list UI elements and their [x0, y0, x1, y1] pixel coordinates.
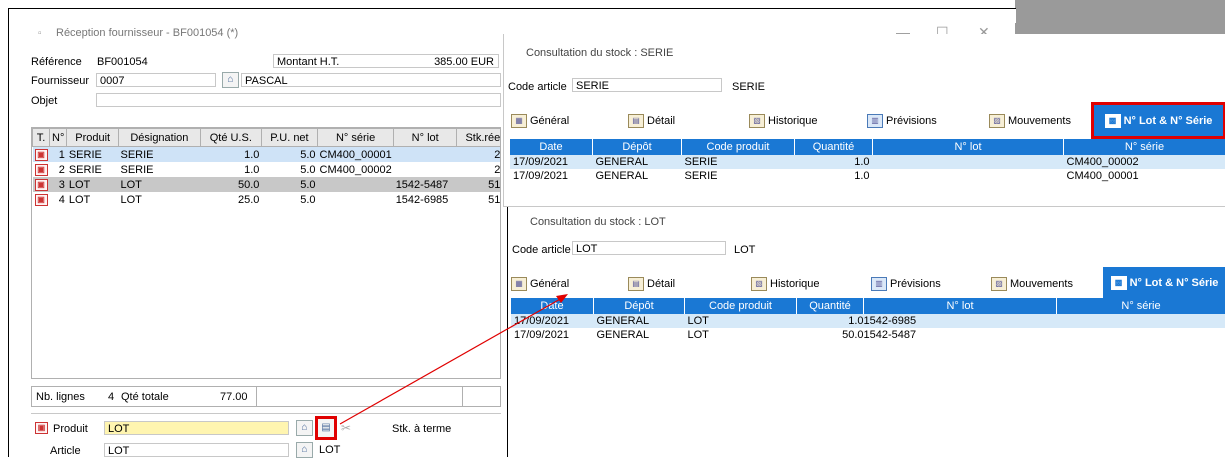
annotation-arrow	[0, 0, 1225, 457]
arrow-line	[340, 298, 562, 424]
arrow-head	[556, 294, 568, 303]
